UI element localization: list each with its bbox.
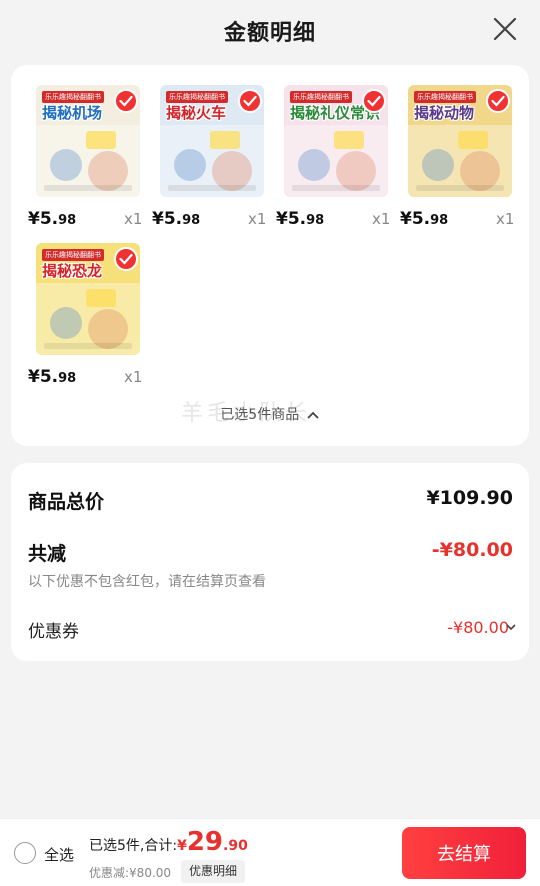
product-cover-image: 乐乐趣揭秘翻翻书 揭秘礼仪常识 — [284, 85, 388, 197]
chevron-up-icon — [307, 411, 319, 419]
product-cover-image: 乐乐趣揭秘翻翻书 揭秘动物 — [408, 85, 512, 197]
product-price: ¥5.98 — [276, 209, 325, 229]
product-price: ¥5.98 — [152, 209, 201, 229]
select-all-label[interactable]: 全选 — [44, 844, 74, 865]
product-item[interactable]: 乐乐趣揭秘翻翻书 揭秘火车 ¥5.98 x1 — [135, 65, 266, 229]
close-icon[interactable] — [492, 16, 518, 42]
cover-title: 揭秘火车 — [166, 104, 227, 122]
header: 金额明细 — [0, 0, 540, 62]
product-list-card: 乐乐趣揭秘翻翻书 揭秘机场 ¥5.98 x1 乐乐趣揭秘翻翻书 揭秘火车 ¥5.… — [11, 65, 529, 446]
product-item[interactable]: 乐乐趣揭秘翻翻书 揭秘机场 ¥5.98 x1 — [11, 65, 142, 229]
goods-total-label: 商品总价 — [28, 491, 105, 513]
product-item[interactable]: 乐乐趣揭秘翻翻书 揭秘恐龙 ¥5.98 x1 — [11, 223, 142, 387]
selected-count-text: 已选5件,合计: — [89, 838, 178, 854]
goods-total-value: ¥109.90 — [426, 487, 513, 509]
total-amount: ¥29.90 — [177, 827, 248, 857]
selected-summary-toggle[interactable]: 已选5件商品 — [11, 404, 529, 424]
product-price: ¥5.98 — [28, 367, 77, 387]
cover-title: 揭秘机场 — [42, 104, 103, 122]
coupon-label: 优惠券 — [28, 622, 79, 642]
product-cover-image: 乐乐趣揭秘翻翻书 揭秘机场 — [36, 85, 140, 197]
chevron-down-icon[interactable] — [505, 621, 517, 633]
discount-amount: 优惠减:¥80.00 — [89, 866, 172, 880]
checkmark-icon[interactable] — [114, 247, 138, 271]
product-price: ¥5.98 — [400, 209, 449, 229]
checkout-button[interactable]: 去结算 — [402, 827, 526, 879]
checkout-bar: 全选 已选5件,合计:¥29.90 优惠减:¥80.00 优惠明细 去结算 — [0, 818, 540, 886]
discount-note: 以下优惠不包含红包，请在结算页查看 — [28, 574, 266, 590]
cover-title: 揭秘动物 — [414, 104, 475, 122]
product-item[interactable]: 乐乐趣揭秘翻翻书 揭秘动物 ¥5.98 x1 — [383, 65, 514, 229]
product-cover-image: 乐乐趣揭秘翻翻书 揭秘恐龙 — [36, 243, 140, 355]
totals-card: 商品总价 ¥109.90 共减 -¥80.00 以下优惠不包含红包，请在结算页查… — [11, 463, 529, 661]
checkmark-icon[interactable] — [486, 89, 510, 113]
cover-title: 揭秘恐龙 — [42, 262, 103, 280]
coupon-value[interactable]: -¥80.00 — [447, 618, 509, 637]
discount-detail-button[interactable]: 优惠明细 — [181, 860, 246, 883]
select-all-radio[interactable] — [14, 842, 36, 864]
total-reduction-value: -¥80.00 — [431, 539, 513, 561]
product-cover-image: 乐乐趣揭秘翻翻书 揭秘火车 — [160, 85, 264, 197]
total-reduction-label: 共减 — [28, 543, 67, 565]
product-quantity: x1 — [496, 210, 515, 228]
product-item[interactable]: 乐乐趣揭秘翻翻书 揭秘礼仪常识 ¥5.98 x1 — [259, 65, 390, 229]
total-line: 已选5件,合计:¥29.90 — [89, 827, 248, 857]
page-title: 金额明细 — [223, 21, 316, 46]
product-quantity: x1 — [124, 368, 143, 386]
selected-summary-text: 已选5件商品 — [220, 407, 300, 423]
